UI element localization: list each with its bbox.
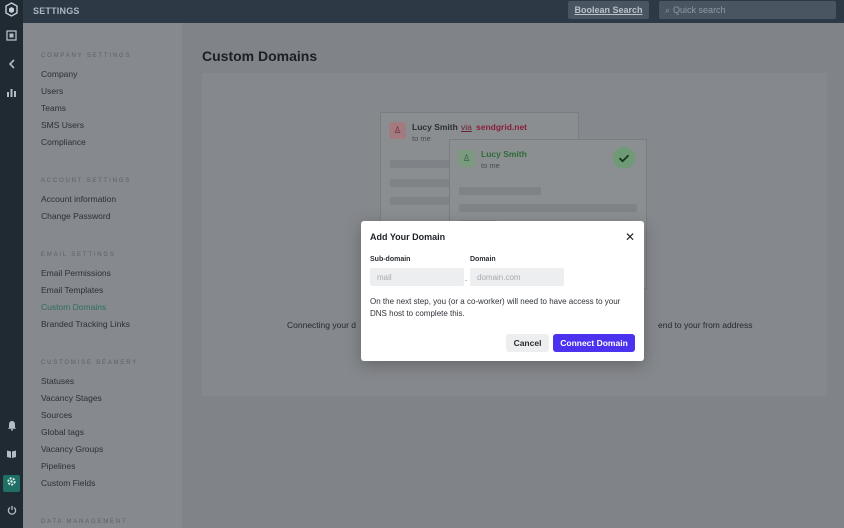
sidebar-item-company[interactable]: Company [41,69,77,79]
verified-check-icon [613,147,635,169]
subdomain-label: Sub-domain [370,256,411,263]
placeholder-line [390,197,450,205]
modal-title: Add Your Domain [370,232,446,242]
placeholder-line [390,160,450,168]
quick-search-input[interactable]: ⌕ Quick search [659,1,836,19]
via-domain: sendgrid.net [476,122,528,132]
beamery-logo-icon[interactable] [3,2,20,19]
description-text-right: end to your from address [658,320,753,330]
sidebar-heading-account: ACCOUNT SETTINGS [41,178,132,184]
sidebar-heading-customise: CUSTOMISE BEAMERY [41,360,139,366]
sidebar-item-branded-tracking-links[interactable]: Branded Tracking Links [41,319,130,329]
icon-rail [0,0,23,528]
sidebar-item-sources[interactable]: Sources [41,410,72,420]
sidebar-item-teams[interactable]: Teams [41,103,66,113]
quick-search-placeholder: Quick search [673,5,726,15]
analytics-icon[interactable] [3,86,20,103]
top-bar-title: SETTINGS [33,6,80,16]
sidebar-heading-company: COMPANY SETTINGS [41,53,132,59]
sidebar-item-vacancy-stages[interactable]: Vacancy Stages [41,393,102,403]
page-title: Custom Domains [202,48,318,64]
add-domain-modal: Add Your Domain ✕ Sub-domain . Domain On… [361,221,644,361]
inbox-icon[interactable] [3,29,20,46]
sidebar-item-compliance[interactable]: Compliance [41,137,86,147]
sidebar-item-users[interactable]: Users [41,86,63,96]
sender-name: Lucy Smith [412,122,458,132]
close-icon[interactable]: ✕ [623,230,637,244]
subdomain-input[interactable] [370,268,464,286]
connect-domain-button[interactable]: Connect Domain [553,334,635,352]
sidebar-item-statuses[interactable]: Statuses [41,376,74,386]
sidebar-heading-email: EMAIL SETTINGS [41,252,116,258]
boolean-search-button[interactable]: Boolean Search [568,1,649,19]
power-icon[interactable] [3,503,20,520]
sidebar-item-email-templates[interactable]: Email Templates [41,285,103,295]
sidebar-item-vacancy-groups[interactable]: Vacancy Groups [41,444,103,454]
sidebar-item-email-permissions[interactable]: Email Permissions [41,268,111,278]
placeholder-line [459,187,541,195]
sidebar-item-custom-domains[interactable]: Custom Domains [41,302,106,312]
sidebar-heading-data-management: DATA MANAGEMENT [41,519,128,525]
sidebar-item-global-tags[interactable]: Global tags [41,427,84,437]
sidebar-item-change-password[interactable]: Change Password [41,211,110,221]
domain-label: Domain [470,256,496,263]
cancel-button[interactable]: Cancel [506,334,549,352]
domain-input[interactable] [470,268,564,286]
via-label: via [461,122,472,132]
placeholder-line [459,204,637,212]
recipient-label: to me [412,134,431,143]
sidebar-item-custom-fields[interactable]: Custom Fields [41,478,95,488]
subdomain-separator: . [465,274,468,283]
dns-access-note: On the next step, you (or a co-worker) w… [370,297,621,318]
book-icon[interactable] [3,447,20,464]
description-text-left: Connecting your d [287,320,356,330]
sidebar-item-account-information[interactable]: Account information [41,194,116,204]
placeholder-line [390,179,450,187]
settings-sidebar: COMPANY SETTINGS Company Users Teams SMS… [23,23,182,528]
settings-gear-icon[interactable] [3,475,20,492]
user-avatar-icon: ♙ [389,122,406,139]
top-bar: SETTINGS Boolean Search ⌕ Quick search [23,0,844,23]
sender-name-branded: Lucy Smith [481,149,527,159]
sidebar-item-pipelines[interactable]: Pipelines [41,461,76,471]
collapse-chevron-icon[interactable] [3,57,20,74]
notification-bell-icon[interactable] [3,419,20,436]
user-avatar-icon: ♙ [458,150,475,167]
sidebar-item-sms-users[interactable]: SMS Users [41,120,84,130]
search-icon: ⌕ [665,5,671,15]
recipient-label-branded: to me [481,161,500,170]
